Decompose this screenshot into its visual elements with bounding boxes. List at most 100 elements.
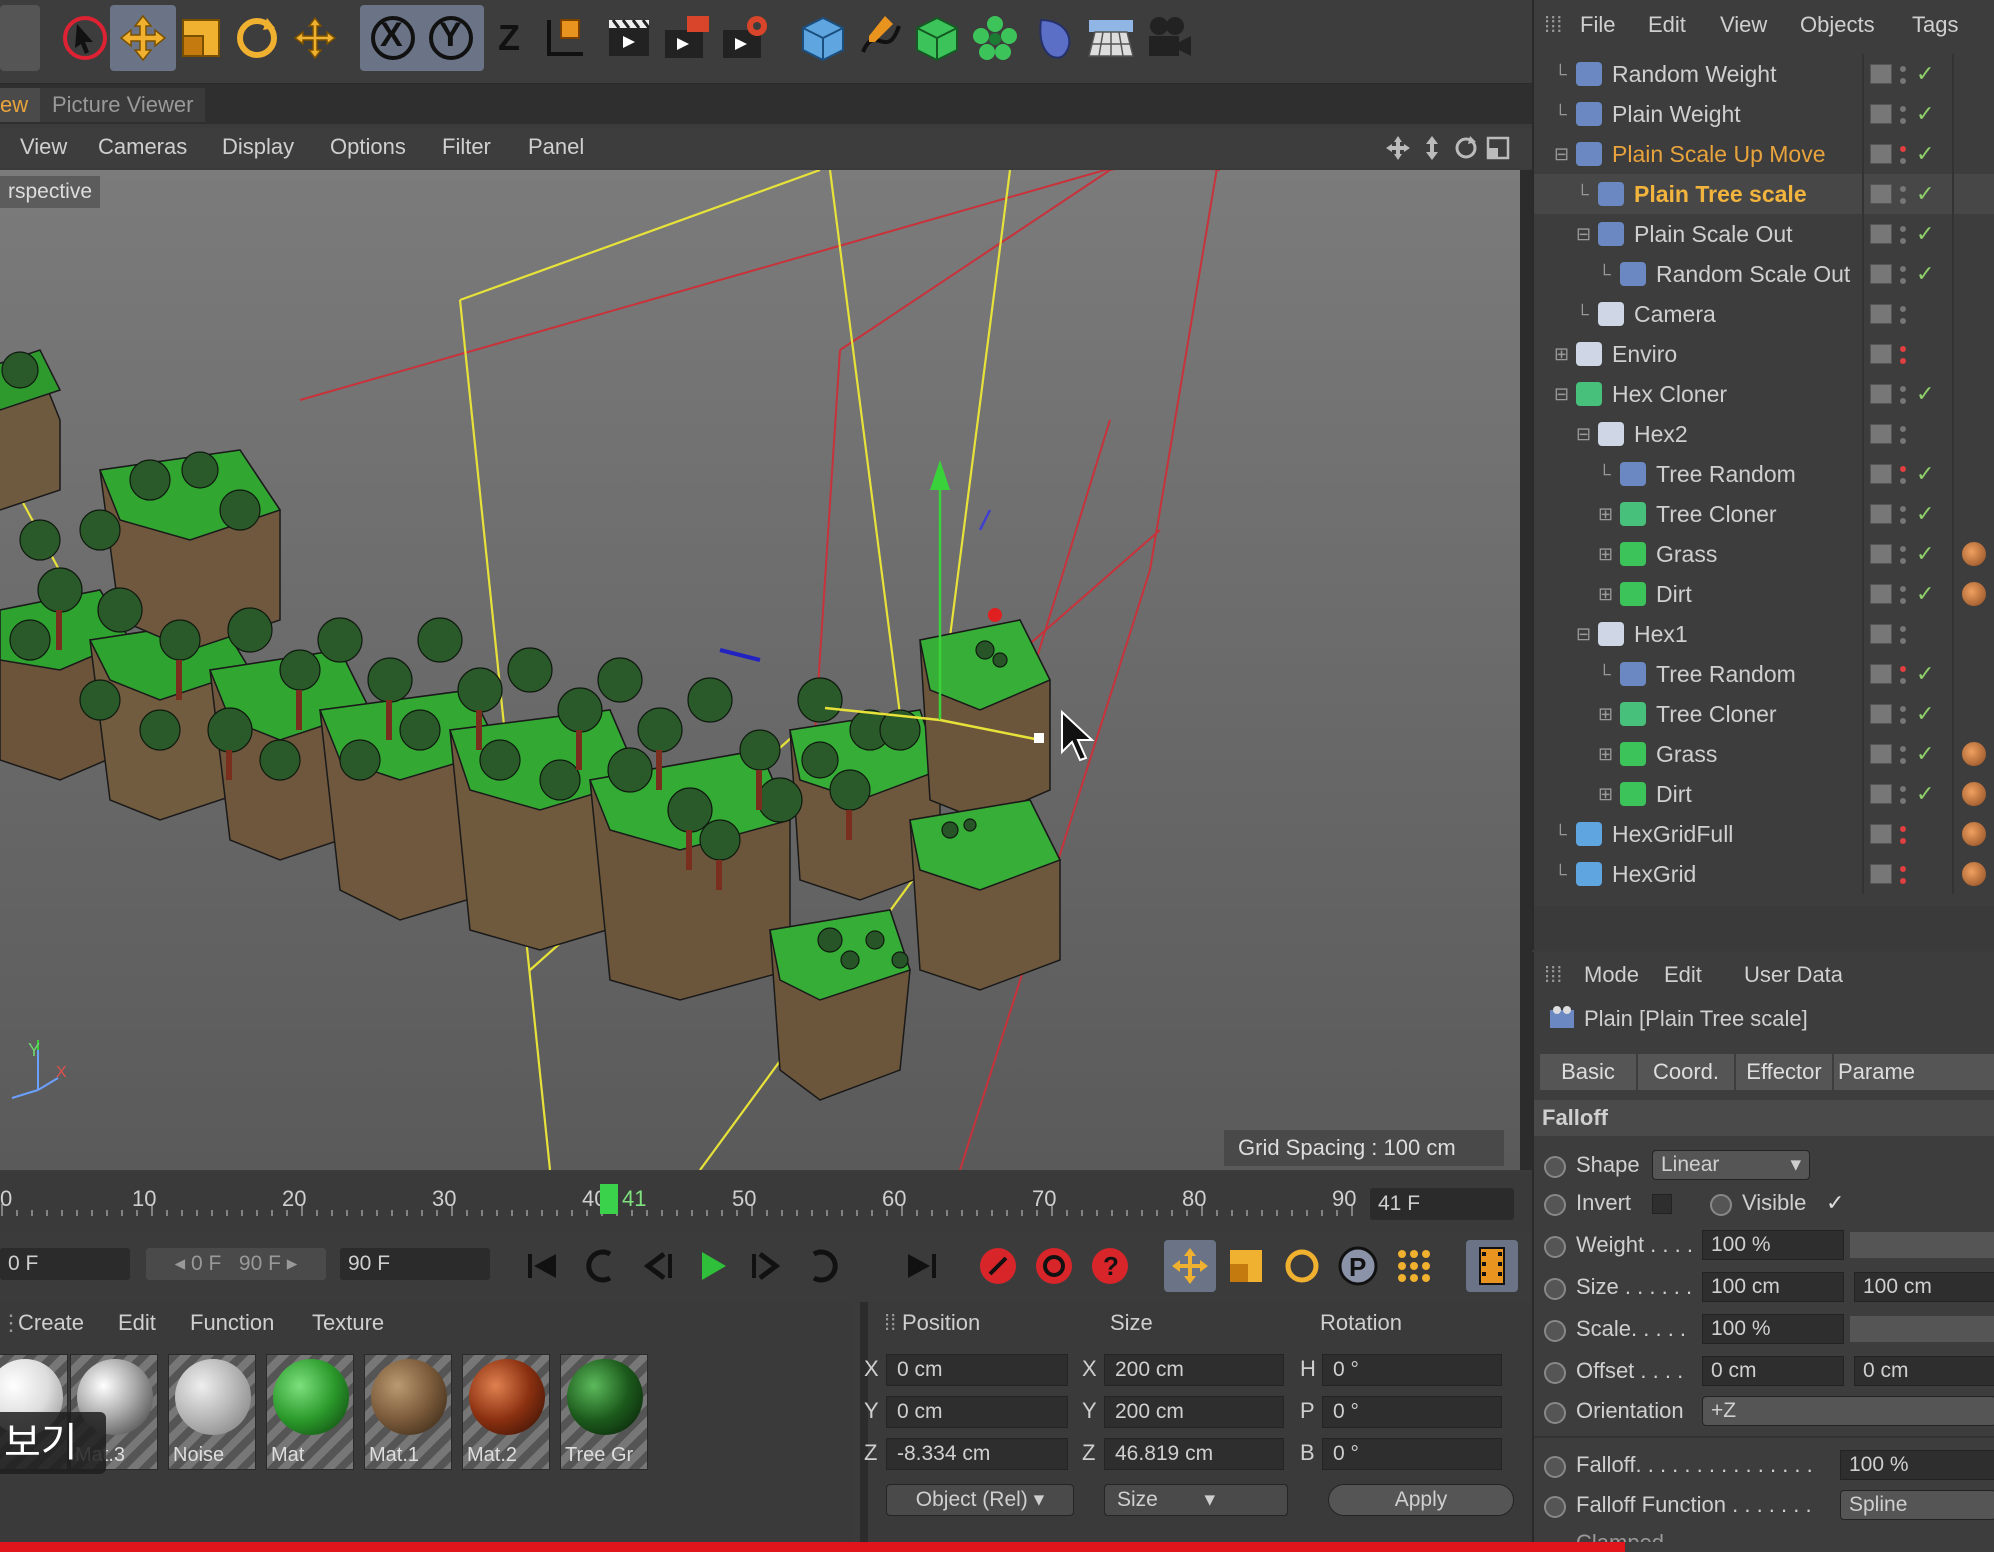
coordinate-mode-select[interactable]: Object (Rel) ▾ (886, 1484, 1074, 1516)
editor-visibility-dot[interactable] (1900, 626, 1906, 632)
material-swatch-tree-green[interactable]: Tree Gr (560, 1354, 648, 1470)
object-row[interactable]: └ HexGridFull (1534, 814, 1994, 854)
layer-edit-icon[interactable] (1870, 424, 1892, 444)
tree-expander-icon[interactable]: ⊟ (1576, 214, 1591, 254)
object-row[interactable]: ⊟ Plain Scale Out ✓ (1534, 214, 1994, 254)
enabled-check-icon[interactable]: ✓ (1916, 94, 1934, 134)
floor-environment-button[interactable] (1078, 5, 1144, 71)
menu-cameras[interactable]: Cameras (98, 134, 187, 160)
om-menu-file[interactable]: File (1580, 12, 1615, 38)
menu-panel[interactable]: Panel (528, 134, 584, 160)
key-parameter-button[interactable]: P (1332, 1240, 1384, 1292)
move-tool-button[interactable] (110, 5, 176, 71)
keyframe-selection-button[interactable]: ? (1084, 1240, 1136, 1292)
shape-animate-radio[interactable] (1544, 1156, 1566, 1178)
render-visibility-dot[interactable] (1900, 758, 1906, 764)
size-y-field[interactable]: 200 cm (1104, 1396, 1284, 1428)
editor-visibility-dot[interactable] (1900, 266, 1906, 272)
render-visibility-dot[interactable] (1900, 798, 1906, 804)
layer-edit-icon[interactable] (1870, 624, 1892, 644)
end-frame-field[interactable]: 90 F (340, 1248, 490, 1280)
layer-edit-icon[interactable] (1870, 824, 1892, 844)
falloff-section-header[interactable]: Falloff (1534, 1100, 1994, 1136)
layer-edit-icon[interactable] (1870, 144, 1892, 164)
previous-key-button[interactable] (574, 1240, 626, 1292)
layer-edit-icon[interactable] (1870, 544, 1892, 564)
object-row[interactable]: ⊟ Hex1 (1534, 614, 1994, 654)
video-progress-bar[interactable] (0, 1542, 1994, 1552)
invert-animate-radio[interactable] (1544, 1194, 1566, 1216)
tree-expander-icon[interactable]: ⊞ (1598, 574, 1613, 614)
viewport-navigation-icons[interactable] (1384, 134, 1512, 162)
timeline-ruler[interactable]: 0 10 20 30 40 41 50 60 70 80 90 41 F (0, 1172, 1532, 1232)
render-visibility-dot[interactable] (1900, 238, 1906, 244)
editor-visibility-dot[interactable] (1900, 146, 1906, 152)
current-frame-field[interactable]: 41 F (1370, 1188, 1514, 1220)
frame-range-slider[interactable]: ◂ 0 F 90 F ▸ (146, 1248, 326, 1280)
record-keys-button[interactable] (972, 1240, 1024, 1292)
size-x-attr-field[interactable]: 100 cm (1702, 1272, 1844, 1302)
size-z-field[interactable]: 46.819 cm (1104, 1438, 1284, 1470)
x-axis-lock-button[interactable]: X (360, 5, 426, 71)
editor-visibility-dot[interactable] (1900, 66, 1906, 72)
enabled-check-icon[interactable]: ✓ (1916, 654, 1934, 694)
editor-visibility-dot[interactable] (1900, 226, 1906, 232)
object-row[interactable]: └ Plain Tree scale ✓ (1534, 174, 1994, 214)
go-to-start-button[interactable] (516, 1240, 568, 1292)
tree-expander-icon[interactable]: ⊟ (1554, 374, 1569, 414)
tree-expander-icon[interactable]: ⊞ (1598, 774, 1613, 814)
menu-options[interactable]: Options (330, 134, 406, 160)
offset-animate-radio[interactable] (1544, 1362, 1566, 1384)
falloff-animate-radio[interactable] (1544, 1456, 1566, 1478)
material-swatch-mat2[interactable]: Mat.2 (462, 1354, 550, 1470)
layer-edit-icon[interactable] (1870, 784, 1892, 804)
enabled-check-icon[interactable]: ✓ (1916, 574, 1934, 614)
position-x-field[interactable]: 0 cm (886, 1354, 1068, 1386)
render-visibility-dot[interactable] (1900, 678, 1906, 684)
size-animate-radio[interactable] (1544, 1278, 1566, 1300)
material-tag-icon[interactable] (1962, 782, 1986, 806)
editor-visibility-dot[interactable] (1900, 586, 1906, 592)
editor-visibility-dot[interactable] (1900, 666, 1906, 672)
y-axis-lock-button[interactable]: Y (418, 5, 484, 71)
render-visibility-dot[interactable] (1900, 278, 1906, 284)
render-visibility-dot[interactable] (1900, 318, 1906, 324)
editor-visibility-dot[interactable] (1900, 546, 1906, 552)
object-row[interactable]: └ Tree Random ✓ (1534, 654, 1994, 694)
weight-slider[interactable] (1850, 1232, 1994, 1258)
tree-expander-icon[interactable]: ⊟ (1554, 134, 1569, 174)
material-menu-texture[interactable]: Texture (312, 1310, 384, 1336)
enabled-check-icon[interactable]: ✓ (1916, 494, 1934, 534)
material-menu-edit[interactable]: Edit (118, 1310, 156, 1336)
material-swatch-noise[interactable]: Noise (168, 1354, 256, 1470)
editor-visibility-dot[interactable] (1900, 186, 1906, 192)
render-visibility-dot[interactable] (1900, 198, 1906, 204)
transform-tool-button[interactable] (282, 5, 348, 71)
object-row[interactable]: ⊟ Hex2 (1534, 414, 1994, 454)
coordinate-system-button[interactable] (532, 5, 598, 71)
rotate-tool-button[interactable] (224, 5, 290, 71)
toolbar-left-stub[interactable] (0, 5, 40, 71)
start-frame-field[interactable]: 0 F (0, 1248, 130, 1280)
material-tag-icon[interactable] (1962, 862, 1986, 886)
render-visibility-dot[interactable] (1900, 358, 1906, 364)
rotation-p-field[interactable]: 0 ° (1322, 1396, 1502, 1428)
falloff-field[interactable]: 100 % (1840, 1450, 1994, 1480)
material-tag-icon[interactable] (1962, 582, 1986, 606)
layer-edit-icon[interactable] (1870, 704, 1892, 724)
enabled-check-icon[interactable]: ✓ (1916, 254, 1934, 294)
object-row[interactable]: ⊞ Dirt ✓ (1534, 774, 1994, 814)
scale-animate-radio[interactable] (1544, 1320, 1566, 1342)
tree-expander-icon[interactable]: ⊞ (1554, 334, 1569, 374)
falloff-function-select[interactable]: Spline (1840, 1490, 1994, 1520)
editor-visibility-dot[interactable] (1900, 306, 1906, 312)
size-y-attr-field[interactable]: 100 cm (1854, 1272, 1994, 1302)
layer-edit-icon[interactable] (1870, 104, 1892, 124)
render-visibility-dot[interactable] (1900, 558, 1906, 564)
tree-expander-icon[interactable]: ⊞ (1598, 494, 1613, 534)
object-row[interactable]: ⊞ Grass ✓ (1534, 734, 1994, 774)
apply-button[interactable]: Apply (1328, 1484, 1514, 1516)
enabled-check-icon[interactable]: ✓ (1916, 454, 1934, 494)
material-tag-icon[interactable] (1962, 742, 1986, 766)
attr-tab-parameter[interactable]: Parame (1834, 1054, 1994, 1090)
